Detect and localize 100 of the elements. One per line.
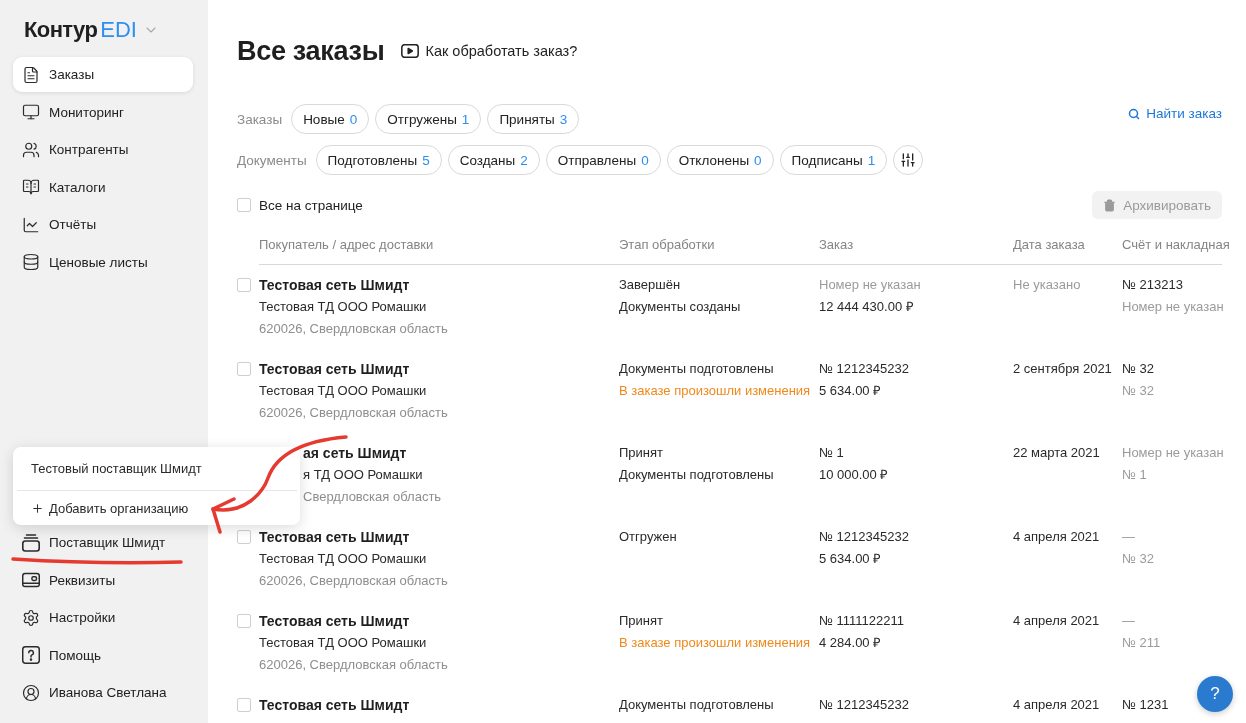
filter-chip[interactable]: Созданы 2 xyxy=(447,145,540,175)
column-header: Счёт и накладная xyxy=(1122,236,1230,254)
processing-stage-text: Принят xyxy=(619,444,664,462)
column-header: Заказ xyxy=(819,236,855,254)
monitor-icon xyxy=(22,103,40,121)
menu-item[interactable]: Тестовый поставщик Шмидт xyxy=(13,447,300,490)
order-text: 5 634.00 ₽ xyxy=(819,550,883,568)
order-text: № 1212345232 xyxy=(819,696,910,714)
invoice-text: № 1 xyxy=(1122,466,1148,484)
order-text: 4 284.00 ₽ xyxy=(819,634,883,652)
order-text: Номер не указан xyxy=(819,276,922,294)
order-text: 5 634.00 ₽ xyxy=(819,382,883,400)
select-all-label: Все на странице xyxy=(259,197,363,213)
menu-item[interactable]: Добавить организацию xyxy=(13,491,300,525)
processing-stage-text: Завершён xyxy=(619,276,682,294)
nav-item[interactable]: Ценовые листы xyxy=(13,244,193,280)
order-date-text: 4 апреля 2021 xyxy=(1013,528,1101,546)
row-checkbox[interactable] xyxy=(237,362,251,376)
filter-chip[interactable]: Отправлены 0 xyxy=(545,145,661,175)
invoice-text: № 1231 xyxy=(1122,696,1170,714)
nav-item[interactable]: Иванова Светлана xyxy=(13,675,193,710)
processing-stage-text: Документы подготовлены xyxy=(619,696,775,714)
trash-icon xyxy=(1103,198,1117,212)
nav-item[interactable]: Отчёты xyxy=(13,207,193,242)
filter-settings-button[interactable] xyxy=(893,145,924,175)
filter-chip[interactable]: Подписаны 1 xyxy=(779,145,888,175)
people-icon xyxy=(22,140,40,159)
nav-item[interactable]: Поставщик Шмидт xyxy=(13,525,193,560)
delivery-address: 620026, Свердловская область xyxy=(259,320,449,338)
video-play-icon xyxy=(401,44,420,58)
column-header: Дата заказа xyxy=(1013,236,1086,254)
row-checkbox[interactable] xyxy=(237,530,251,544)
invoice-text: Номер не указан xyxy=(1122,298,1224,316)
book-icon xyxy=(22,178,40,196)
invoice-text: — xyxy=(1122,528,1136,546)
buyer-company: я ТД ООО Ромашки xyxy=(303,466,424,484)
buyer-name: Тестовая сеть Шмидт xyxy=(259,612,411,631)
column-header: Этап обработки xyxy=(619,236,716,254)
order-date-text: 2 сентября 2021 xyxy=(1013,360,1113,378)
select-all-checkbox[interactable] xyxy=(237,198,251,212)
user-circle-icon xyxy=(22,683,40,702)
plus-icon xyxy=(31,501,44,515)
card-icon xyxy=(22,571,40,589)
buyer-name: Тестовая сеть Шмидт xyxy=(259,696,411,715)
filter-chip[interactable]: Новые 0 xyxy=(291,104,370,134)
order-date-text: 22 марта 2021 xyxy=(1013,444,1101,462)
buyer-name: Тестовая сеть Шмидт xyxy=(259,276,411,295)
row-checkbox[interactable] xyxy=(237,698,251,712)
nav-item[interactable]: Мониторинг xyxy=(13,94,193,130)
logo-product-name: EDI xyxy=(100,16,137,44)
logo-wordmark: Контур xyxy=(24,16,98,44)
document-icon xyxy=(22,65,40,84)
how-to-link[interactable]: Как обработать заказ? xyxy=(401,43,578,59)
buyer-name: Тестовая сеть Шмидт xyxy=(259,360,411,379)
buyer-company: Тестовая ТД ООО Ромашки xyxy=(259,298,428,316)
tray-stack-icon xyxy=(22,533,40,552)
invoice-text: — xyxy=(1122,612,1136,630)
order-text: № 1 xyxy=(819,444,845,462)
nav-item[interactable]: Настройки xyxy=(13,600,193,635)
nav-item[interactable]: Контрагенты xyxy=(13,132,193,167)
nav-item[interactable]: Заказы xyxy=(13,57,193,92)
filter-chip[interactable]: Приняты 3 xyxy=(487,104,580,134)
sliders-icon xyxy=(900,152,917,168)
row-checkbox[interactable] xyxy=(237,614,251,628)
invoice-text: № 32 xyxy=(1122,360,1156,378)
filter-chip[interactable]: Отклонены 0 xyxy=(666,145,774,175)
delivery-address: 620026, Свердловская область xyxy=(259,572,449,590)
order-date-text: 4 апреля 2021 xyxy=(1013,696,1101,714)
buyer-company: Тестовая ТД ООО Ромашки xyxy=(259,382,428,400)
invoice-text: № 32 xyxy=(1122,550,1156,568)
filter-group-label: Документы xyxy=(237,152,307,168)
buyer-company: Тестовая ТД ООО Ромашки xyxy=(259,634,428,652)
processing-stage-text: Документы подготовлены xyxy=(619,360,775,378)
page-title: Все заказы xyxy=(237,35,385,68)
invoice-text: Номер не указан xyxy=(1122,444,1224,462)
invoice-text: № 32 xyxy=(1122,382,1156,400)
buyer-name: Тестовая сеть Шмидт xyxy=(259,528,411,547)
order-text: № 1212345232 xyxy=(819,360,910,378)
processing-stage-text: Принят xyxy=(619,612,664,630)
nav-item[interactable]: Каталоги xyxy=(13,169,193,205)
processing-stage-text: Документы созданы xyxy=(619,298,742,316)
order-text: № 1212345232 xyxy=(819,528,910,546)
filter-group-label: Заказы xyxy=(237,111,283,127)
filter-chip[interactable]: Отгружены 1 xyxy=(375,104,482,134)
row-checkbox[interactable] xyxy=(237,278,251,292)
order-text: 12 444 430.00 ₽ xyxy=(819,298,915,316)
delivery-address: 620026, Свердловская область xyxy=(259,656,449,674)
nav-item[interactable]: Помощь xyxy=(13,637,193,673)
nav-item[interactable]: Реквизиты xyxy=(13,562,193,598)
settings-icon xyxy=(22,608,40,627)
buyer-name: ая сеть Шмидт xyxy=(303,444,408,463)
order-text: 10 000.00 ₽ xyxy=(819,466,890,484)
find-order-link[interactable]: Найти заказ xyxy=(1128,106,1222,121)
order-text: № 1111122211 xyxy=(819,612,906,630)
buyer-company: Тестовая ТД ООО Ромашки xyxy=(259,550,428,568)
processing-stage-text: Документы подготовлены xyxy=(619,466,775,484)
delivery-address: Свердловская область xyxy=(303,488,443,506)
filter-chip[interactable]: Подготовлены 5 xyxy=(315,145,442,175)
invoice-text: № 211 xyxy=(1122,634,1162,652)
delivery-address: 620026, Свердловская область xyxy=(259,404,449,422)
